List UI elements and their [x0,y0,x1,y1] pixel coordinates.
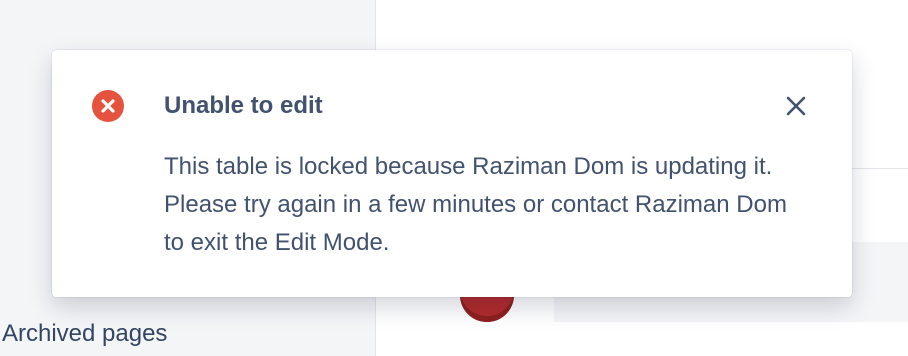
flag-title: Unable to edit [164,92,323,119]
close-icon [786,96,806,116]
error-flag-dialog: Unable to edit This table is locked beca… [52,50,852,297]
flag-message: This table is locked because Raziman Dom… [164,153,787,256]
close-button[interactable] [780,90,812,122]
error-icon [92,90,124,122]
sidebar-item-archived-pages[interactable]: Archived pages [2,318,167,350]
